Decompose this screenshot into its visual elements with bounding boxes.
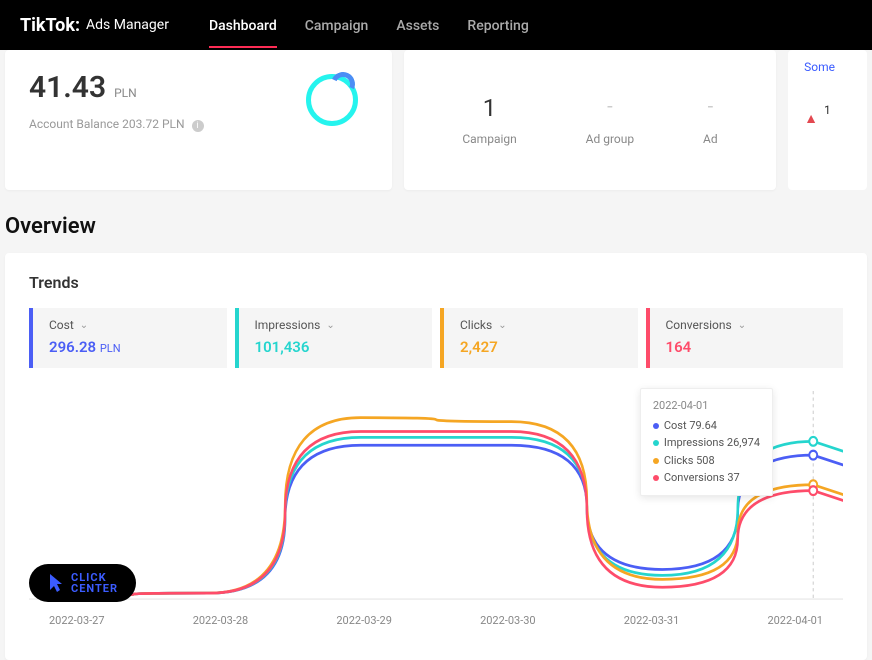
x-tick: 2022-03-30 <box>480 614 536 627</box>
metric-clicks-value: 2,427 <box>460 338 622 356</box>
metric-clicks[interactable]: Clicks ⌄ 2,427 <box>440 308 638 368</box>
metric-cost-unit: PLN <box>100 342 121 355</box>
alert-card: Some ▲ 1 <box>788 50 867 190</box>
stat-adgroup-label: Ad group <box>586 132 634 146</box>
logo-text-main: TikTok: <box>20 15 80 36</box>
tooltip-row-cost: Cost 79.64 <box>653 417 760 435</box>
trends-card: Trends Cost ⌄ 296.28 PLN Impressions ⌄ 1… <box>5 253 867 660</box>
stat-ad: - Ad <box>703 94 718 146</box>
campaign-stats-card: 1 Campaign - Ad group - Ad <box>404 50 776 190</box>
metric-conversions[interactable]: Conversions ⌄ 164 <box>646 308 844 368</box>
main-nav: Dashboard Campaign Assets Reporting <box>209 2 529 48</box>
x-tick: 2022-03-29 <box>336 614 392 627</box>
chevron-down-icon: ⌄ <box>326 320 334 331</box>
balance-subtext: Account Balance 203.72 PLN <box>29 117 185 131</box>
metric-row: Cost ⌄ 296.28 PLN Impressions ⌄ 101,436 … <box>29 308 843 368</box>
badge-line2: CENTER <box>71 583 118 594</box>
chart-x-axis: 2022-03-27 2022-03-28 2022-03-29 2022-03… <box>29 614 843 627</box>
metric-conversions-value: 164 <box>666 338 828 356</box>
chevron-down-icon: ⌄ <box>80 320 88 331</box>
stat-ad-label: Ad <box>703 132 718 146</box>
dot-icon <box>653 475 659 481</box>
balance-ring-icon <box>306 74 358 126</box>
nav-dashboard[interactable]: Dashboard <box>209 2 277 48</box>
click-center-badge: CLICK CENTER <box>29 564 136 602</box>
nav-assets[interactable]: Assets <box>396 2 439 48</box>
x-tick: 2022-03-28 <box>193 614 249 627</box>
x-tick: 2022-03-31 <box>624 614 680 627</box>
dot-icon <box>653 458 659 464</box>
logo: TikTok: Ads Manager <box>20 15 169 36</box>
alert-count: 1 <box>824 103 831 117</box>
chart-tooltip: 2022-04-01 Cost 79.64 Impressions 26,974… <box>640 388 773 496</box>
balance-card: 41.43 PLN Account Balance 203.72 PLN i <box>5 50 392 190</box>
stat-adgroup-value: - <box>586 94 634 124</box>
metric-cost-value: 296.28 <box>49 338 96 356</box>
metric-clicks-label: Clicks <box>460 318 492 332</box>
balance-amount: 41.43 <box>29 70 106 105</box>
metric-impressions-value: 101,436 <box>255 338 417 356</box>
metric-impressions-label: Impressions <box>255 318 321 332</box>
x-tick: 2022-03-27 <box>49 614 105 627</box>
tooltip-row-clicks: Clicks 508 <box>653 452 760 470</box>
tooltip-date: 2022-04-01 <box>653 397 760 415</box>
stat-campaign-label: Campaign <box>462 132 516 146</box>
balance-currency: PLN <box>114 86 137 100</box>
metric-cost-label: Cost <box>49 318 74 332</box>
tooltip-row-impressions: Impressions 26,974 <box>653 434 760 452</box>
nav-reporting[interactable]: Reporting <box>467 2 528 48</box>
dot-icon <box>653 423 659 429</box>
metric-cost[interactable]: Cost ⌄ 296.28 PLN <box>29 308 227 368</box>
metric-impressions[interactable]: Impressions ⌄ 101,436 <box>235 308 433 368</box>
trends-heading: Trends <box>29 273 843 292</box>
tooltip-row-conversions: Conversions 37 <box>653 469 760 487</box>
info-icon[interactable]: i <box>192 120 204 132</box>
dot-icon <box>653 440 659 446</box>
trends-chart: 2022-04-01 Cost 79.64 Impressions 26,974… <box>29 380 843 640</box>
stat-ad-value: - <box>703 94 718 124</box>
stat-campaign: 1 Campaign <box>462 94 516 146</box>
top-header: TikTok: Ads Manager Dashboard Campaign A… <box>0 0 872 50</box>
cursor-icon <box>47 572 65 594</box>
warning-icon: ▲ <box>804 110 818 127</box>
summary-row: 41.43 PLN Account Balance 203.72 PLN i 1… <box>0 50 872 190</box>
x-tick: 2022-04-01 <box>767 614 823 627</box>
overview-heading: Overview <box>5 214 867 239</box>
nav-campaign[interactable]: Campaign <box>305 2 369 48</box>
stat-campaign-value: 1 <box>462 94 516 124</box>
alert-link[interactable]: Some <box>804 60 851 74</box>
logo-text-sub: Ads Manager <box>86 17 169 33</box>
chevron-down-icon: ⌄ <box>738 320 746 331</box>
stat-adgroup: - Ad group <box>586 94 634 146</box>
metric-conversions-label: Conversions <box>666 318 732 332</box>
chevron-down-icon: ⌄ <box>498 320 506 331</box>
